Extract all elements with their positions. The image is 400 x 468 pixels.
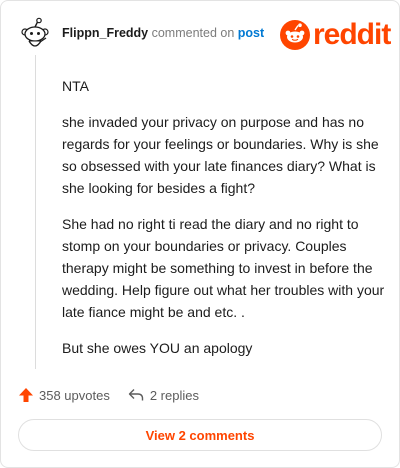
thread-line: [35, 55, 36, 369]
comment-paragraph: she invaded your privacy on purpose and …: [62, 114, 379, 196]
replies-button[interactable]: 2 replies: [128, 388, 199, 403]
snoo-avatar-icon: [21, 17, 49, 47]
comment-actions: 358 upvotes 2 replies: [18, 387, 199, 403]
view-comments-button[interactable]: View 2 comments: [18, 419, 382, 451]
comment-header: Flippn_Freddy commented on post: [62, 26, 264, 40]
comment-paragraph: NTA: [62, 78, 89, 94]
reddit-snoo-icon: [280, 20, 310, 50]
reddit-logo[interactable]: reddit: [280, 18, 391, 51]
username-link[interactable]: Flippn_Freddy: [62, 26, 148, 40]
comment-paragraph: But she owes YOU an apology: [62, 340, 253, 356]
comment-body: NTA she invaded your privacy on purpose …: [62, 75, 387, 373]
upvotes-count: 358 upvotes: [39, 387, 110, 403]
upvote-button[interactable]: 358 upvotes: [18, 387, 110, 403]
action-text: commented on: [151, 26, 235, 40]
reply-arrow-icon: [128, 389, 144, 401]
replies-count: 2 replies: [149, 387, 199, 403]
reddit-wordmark: reddit: [313, 18, 391, 51]
avatar[interactable]: [18, 17, 52, 51]
comment-card: Flippn_Freddy commented on post reddit N…: [0, 0, 400, 468]
comment-paragraph: She had no right ti read the diary and n…: [62, 216, 385, 320]
post-link[interactable]: post: [238, 26, 264, 40]
upvote-arrow-icon: [19, 388, 33, 402]
